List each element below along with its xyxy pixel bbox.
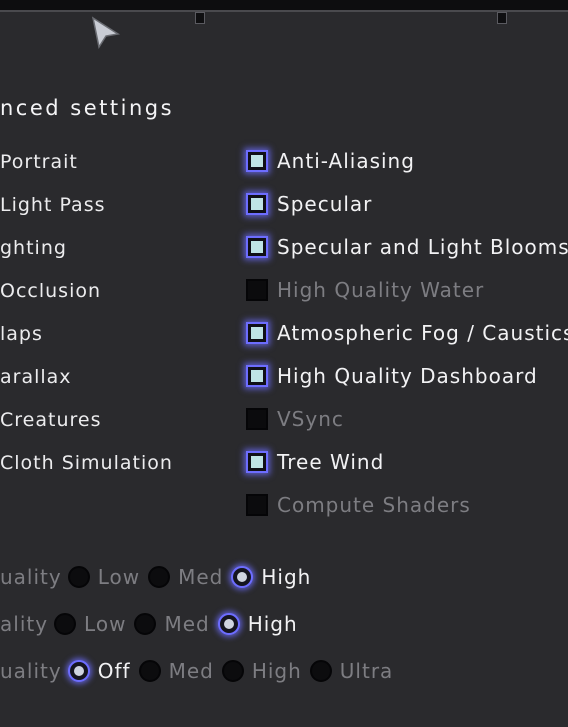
quality-row: uality Low Med High [0, 563, 319, 591]
radio-label[interactable]: High [248, 612, 298, 636]
top-divider [0, 10, 568, 12]
checkbox[interactable] [246, 365, 268, 387]
radio-button[interactable] [309, 660, 332, 682]
checkbox-label: VSync [277, 407, 344, 431]
top-bar [0, 0, 568, 10]
radio-button[interactable] [221, 660, 244, 682]
radio-button[interactable] [54, 613, 77, 635]
checkbox-row[interactable]: Tree Wind [246, 449, 384, 475]
checkbox-row[interactable]: VSync [246, 406, 344, 432]
setting-label[interactable]: Occlusion [0, 280, 101, 302]
checkbox[interactable] [246, 279, 268, 301]
setting-label[interactable]: Cloth Simulation [0, 452, 173, 474]
setting-label[interactable]: laps [0, 323, 43, 345]
checkbox-row[interactable]: High Quality Dashboard [246, 363, 538, 389]
quality-row: ality Low Med High [0, 610, 306, 638]
setting-label[interactable]: ghting [0, 237, 67, 259]
checkbox-label: Specular and Light Blooms [277, 235, 568, 259]
quality-label: uality [0, 659, 62, 683]
checkbox-label: Tree Wind [277, 450, 385, 474]
radio-label[interactable]: Ultra [340, 659, 394, 683]
checkbox[interactable] [246, 322, 268, 344]
radio-label[interactable]: High [261, 565, 311, 589]
radio-label[interactable]: Off [98, 659, 131, 683]
checkbox-label: Specular [277, 192, 373, 216]
radio-button[interactable] [138, 660, 161, 682]
radio-button[interactable] [67, 660, 90, 682]
checkbox-label: High Quality Dashboard [277, 364, 538, 388]
radio-label[interactable]: High [252, 659, 302, 683]
checkbox-row[interactable]: High Quality Water [246, 277, 484, 303]
checkbox[interactable] [246, 236, 268, 258]
checkbox-label: Anti-Aliasing [277, 149, 415, 173]
setting-label[interactable]: Light Pass [0, 194, 106, 216]
checkbox-label: Compute Shaders [277, 493, 471, 517]
radio-button[interactable] [134, 613, 157, 635]
checkbox-row[interactable]: Anti-Aliasing [246, 148, 415, 174]
setting-label[interactable]: Portrait [0, 151, 78, 173]
checkbox[interactable] [246, 193, 268, 215]
quality-label: uality [0, 565, 62, 589]
radio-label[interactable]: Med [164, 612, 209, 636]
radio-button[interactable] [67, 566, 90, 588]
checkbox-label: High Quality Water [277, 278, 485, 302]
checkbox-row[interactable]: Specular and Light Blooms [246, 234, 568, 260]
radio-button[interactable] [231, 566, 254, 588]
slider-handle-left[interactable] [195, 12, 205, 24]
radio-label[interactable]: Med [178, 565, 223, 589]
radio-label[interactable]: Low [98, 565, 140, 589]
quality-label: ality [0, 612, 49, 636]
radio-button[interactable] [217, 613, 240, 635]
checkbox-row[interactable]: Specular [246, 191, 372, 217]
mouse-cursor-icon [91, 16, 121, 49]
setting-label[interactable]: arallax [0, 366, 72, 388]
checkbox[interactable] [246, 451, 268, 473]
checkbox-row[interactable]: Compute Shaders [246, 492, 471, 518]
slider-handle-right[interactable] [497, 12, 507, 24]
section-title: nced settings [0, 96, 175, 120]
checkbox-row[interactable]: Atmospheric Fog / Caustics [246, 320, 568, 346]
setting-label[interactable]: Creatures [0, 409, 101, 431]
radio-label[interactable]: Low [84, 612, 126, 636]
checkbox[interactable] [246, 494, 268, 516]
checkbox-label: Atmospheric Fog / Caustics [277, 321, 568, 345]
checkbox[interactable] [246, 408, 268, 430]
quality-row: uality Off Med High Ultra [0, 657, 401, 685]
checkbox[interactable] [246, 150, 268, 172]
radio-label[interactable]: Med [169, 659, 214, 683]
radio-button[interactable] [148, 566, 171, 588]
